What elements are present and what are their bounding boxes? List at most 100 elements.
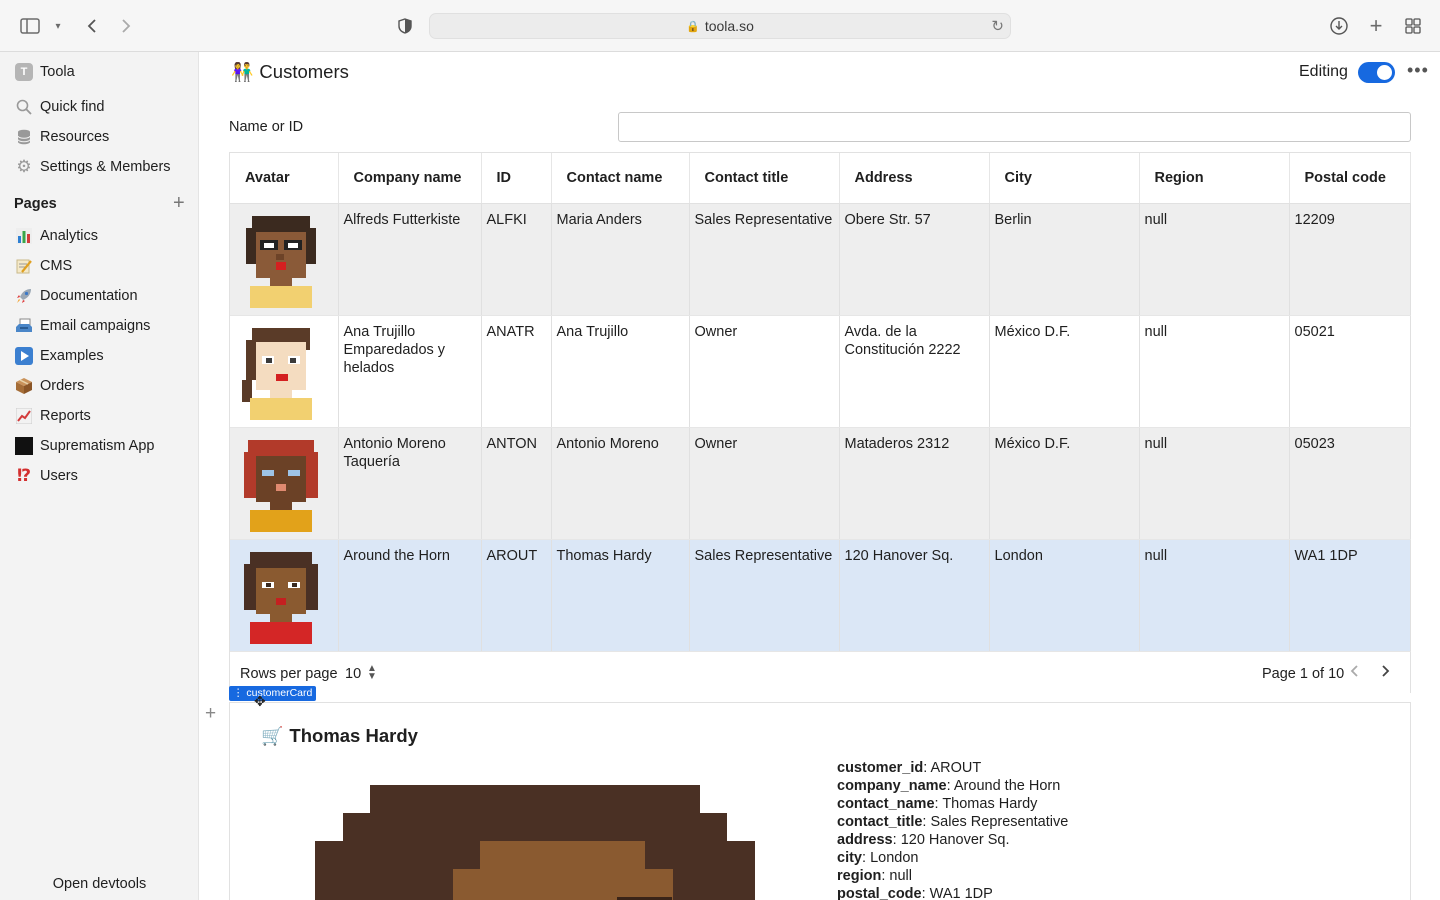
contact-title-cell: Owner — [689, 315, 840, 428]
id-cell: AROUT — [481, 539, 552, 652]
lock-icon: 🔒 — [686, 20, 700, 33]
field-company-name: company_name: Around the Horn — [837, 778, 1061, 794]
sidebar-item-orders[interactable]: Orders — [14, 374, 84, 398]
sidebar-toggle-icon[interactable] — [18, 14, 42, 38]
sidebar-item-quick-find[interactable]: Quick find — [14, 95, 104, 119]
region-cell: null — [1139, 203, 1290, 316]
table-row[interactable]: Around the Horn AROUT Thomas Hardy Sales… — [230, 539, 1411, 652]
sidebar-item-reports[interactable]: Reports — [14, 404, 91, 428]
table-row[interactable]: Alfreds Futterkiste ALFKI Maria Anders S… — [230, 203, 1411, 316]
field-region: region: null — [837, 868, 912, 884]
field-customer-id: customer_id: AROUT — [837, 760, 982, 776]
reload-icon[interactable]: ↻ — [991, 17, 1004, 35]
field-postal-code: postal_code: WA1 1DP — [837, 886, 993, 900]
region-cell: null — [1139, 427, 1290, 540]
sidebar-item-email-campaigns[interactable]: Email campaigns — [14, 314, 150, 338]
customers-table: Avatar Company name ID Contact name Cont… — [229, 152, 1411, 693]
page-title-text: Customers — [259, 61, 349, 82]
new-tab-icon[interactable]: + — [1364, 13, 1388, 38]
table-row[interactable]: Ana Trujillo Emparedados y helados ANATR… — [230, 315, 1411, 428]
sidebar-item-users[interactable]: ⁉ Users — [14, 464, 78, 488]
sidebar-item-label: CMS — [40, 258, 73, 274]
sidebar-item-suprematism-app[interactable]: Suprematism App — [14, 434, 154, 458]
toola-logo-icon: T — [15, 63, 33, 81]
id-cell: ANATR — [481, 315, 552, 428]
column-header-contact-title[interactable]: Contact title — [689, 153, 840, 204]
card-title-text: Thomas Hardy — [289, 725, 418, 746]
column-header-avatar[interactable]: Avatar — [230, 153, 339, 204]
back-icon[interactable] — [80, 14, 104, 38]
column-header-address[interactable]: Address — [839, 153, 990, 204]
contact-title-cell: Sales Representative — [689, 203, 840, 316]
column-header-region[interactable]: Region — [1139, 153, 1290, 204]
editing-toggle[interactable] — [1358, 62, 1395, 83]
id-cell: ANTON — [481, 427, 552, 540]
sidebar-item-cms[interactable]: CMS — [14, 254, 72, 278]
avatar-light-woman — [242, 327, 312, 420]
sidebar-item-examples[interactable]: Examples — [14, 344, 104, 368]
gear-icon: ⚙ — [16, 157, 32, 176]
sidebar-item-label: Resources — [40, 129, 110, 145]
contact-name-cell: Maria Anders — [551, 203, 690, 316]
city-cell: Berlin — [989, 203, 1140, 316]
avatar-glasses-woman — [246, 215, 316, 308]
column-header-company-name[interactable]: Company name — [338, 153, 482, 204]
sidebar-item-analytics[interactable]: Analytics — [14, 224, 98, 248]
memo-icon — [14, 256, 34, 276]
sidebar-item-documentation[interactable]: Documentation — [14, 284, 138, 308]
table-row[interactable]: Antonio Moreno Taquería ANTON Antonio Mo… — [230, 427, 1411, 540]
column-header-id[interactable]: ID — [481, 153, 552, 204]
component-name-tag[interactable]: ⋮ customerCard — [229, 686, 317, 701]
shield-icon[interactable] — [393, 14, 417, 38]
sidebar-item-label: Examples — [40, 348, 104, 364]
sidebar-app-title[interactable]: T Toola — [14, 60, 75, 84]
chevron-down-icon[interactable]: ▾ — [46, 14, 70, 38]
rows-per-page-label: Rows per page — [240, 666, 338, 682]
address-bar[interactable]: 🔒 toola.so ↻ — [429, 13, 1011, 39]
column-header-city[interactable]: City — [989, 153, 1140, 204]
rocket-icon — [14, 286, 34, 306]
id-cell: ALFKI — [481, 203, 552, 316]
sidebar-item-label: Email campaigns — [40, 318, 151, 334]
large-avatar-image — [315, 785, 755, 900]
card-title: 🛒 Thomas Hardy — [261, 725, 418, 747]
city-cell: México D.F. — [989, 427, 1140, 540]
add-component-icon[interactable]: + — [205, 703, 216, 725]
city-cell: México D.F. — [989, 315, 1140, 428]
previous-page-icon[interactable] — [1350, 664, 1360, 683]
address-cell: Obere Str. 57 — [839, 203, 990, 316]
company-name-cell: Antonio Moreno Taquería — [338, 427, 482, 540]
rows-per-page-select[interactable]: 10 — [345, 666, 361, 682]
next-page-icon[interactable] — [1380, 664, 1390, 683]
open-devtools-link[interactable]: Open devtools — [0, 876, 199, 892]
filter-label: Name or ID — [229, 119, 304, 135]
forward-icon[interactable] — [114, 14, 138, 38]
browser-toolbar: ▾ 🔒 toola.so ↻ + — [0, 0, 1440, 52]
field-contact-name: contact_name: Thomas Hardy — [837, 796, 1038, 812]
name-or-id-input[interactable] — [618, 112, 1411, 142]
sidebar-item-label: Analytics — [40, 228, 99, 244]
avatar-curly-woman — [244, 551, 318, 644]
postal-code-cell: 05021 — [1289, 315, 1411, 428]
search-icon — [14, 97, 34, 117]
sidebar-item-resources[interactable]: Resources — [14, 125, 109, 149]
page-info: Page 1 of 10 — [1262, 666, 1345, 682]
shopping-cart-icon: 🛒 — [261, 725, 284, 746]
more-options-icon[interactable]: ••• — [1407, 60, 1429, 81]
move-cursor-icon[interactable]: ✥ — [254, 693, 266, 710]
company-name-cell: Around the Horn — [338, 539, 482, 652]
sidebar-item-settings-members[interactable]: ⚙ Settings & Members — [14, 155, 170, 179]
column-header-contact-name[interactable]: Contact name — [551, 153, 690, 204]
avatar-cell — [230, 315, 339, 428]
avatar-cell — [230, 427, 339, 540]
sidebar-item-label: Reports — [40, 408, 91, 424]
address-cell: Mataderos 2312 — [839, 427, 990, 540]
column-header-postal-code[interactable]: Postal code — [1289, 153, 1411, 204]
sidebar-item-label: Documentation — [40, 288, 138, 304]
add-page-icon[interactable]: + — [173, 192, 185, 215]
download-icon[interactable] — [1327, 14, 1351, 38]
region-cell: null — [1139, 315, 1290, 428]
package-icon — [14, 376, 34, 396]
tab-overview-icon[interactable] — [1401, 14, 1425, 38]
sort-arrows-icon[interactable]: ▲ ▼ — [367, 664, 377, 682]
